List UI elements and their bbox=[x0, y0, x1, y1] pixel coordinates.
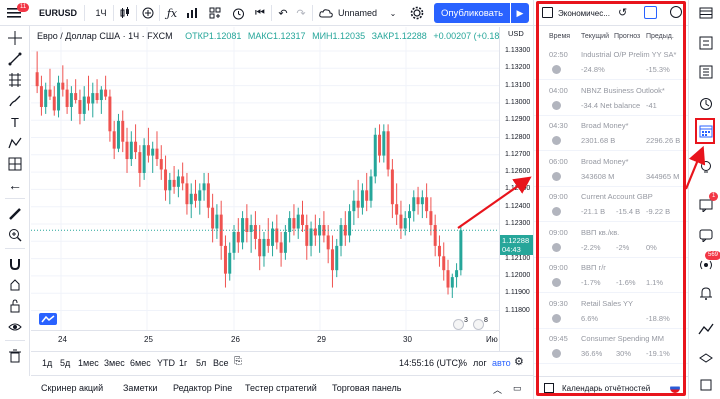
annotation-arrows bbox=[457, 145, 706, 229]
annotation-arrow bbox=[684, 145, 706, 190]
annotation-arrow bbox=[457, 176, 532, 229]
